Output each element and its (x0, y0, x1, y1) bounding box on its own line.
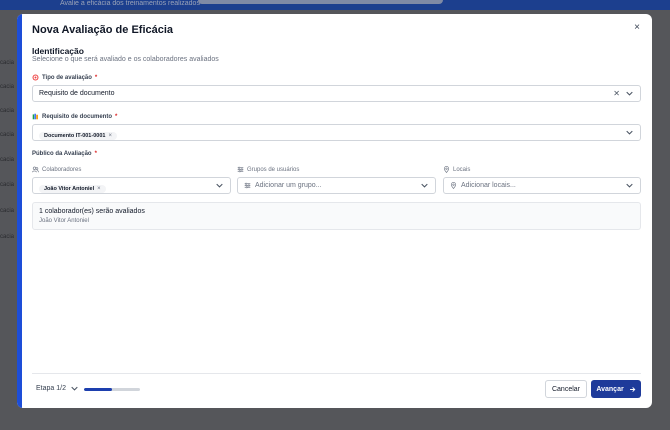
requisito-label-text: Requisito de documento (42, 113, 113, 120)
background-side-item: cacia (0, 157, 15, 163)
target-icon (32, 74, 39, 81)
chevron-down-icon (214, 181, 224, 191)
publico-label: Público da Avaliação * (32, 151, 97, 157)
required-marker: * (115, 113, 118, 120)
section-subtitle: Selecione o que será avaliado e os colab… (32, 56, 219, 63)
groups-icon (244, 182, 251, 189)
colaboradores-select[interactable]: João Vitor Antoniel × (32, 177, 231, 194)
chip-remove-icon[interactable]: × (97, 186, 101, 192)
cancel-button[interactable]: Cancelar (545, 380, 587, 398)
arrow-right-icon (629, 386, 636, 393)
tipo-select-value: Requisito de documento (39, 90, 115, 97)
books-icon (32, 113, 39, 120)
chip-remove-icon[interactable]: × (108, 133, 112, 139)
chevron-down-icon (624, 181, 634, 191)
locais-label: Locais (443, 166, 470, 173)
close-icon: × (634, 22, 640, 33)
clear-icon[interactable]: ✕ (613, 89, 620, 98)
background-side-item: cacia (0, 182, 15, 188)
map-pin-icon (443, 166, 450, 173)
tipo-label: Tipo de avaliação * (32, 74, 97, 81)
grupos-select[interactable]: Adicionar um grupo... (237, 177, 436, 194)
required-marker: * (94, 151, 97, 157)
document-chip-label: Documento IT-001-0001 (44, 132, 106, 139)
evaluation-modal: Nova Avaliação de Eficácia × Identificaç… (17, 14, 652, 408)
chevron-down-icon (624, 128, 634, 138)
document-chip: Documento IT-001-0001 × (39, 131, 117, 140)
collaborator-chip: João Vitor Antoniel × (39, 184, 106, 193)
background-side-item: cacia (0, 84, 15, 90)
tipo-select[interactable]: Requisito de documento ✕ (32, 85, 641, 102)
next-button-label: Avançar (596, 385, 624, 393)
background-side-item: cacia (0, 234, 15, 240)
next-button[interactable]: Avançar (591, 380, 641, 398)
users-icon (32, 166, 39, 173)
background-header-text: Avalie a eficácia dos treinamentos reali… (60, 0, 200, 7)
locais-select[interactable]: Adicionar locais... (443, 177, 641, 194)
chevron-down-icon (419, 181, 429, 191)
background-search-bar (198, 0, 443, 4)
background-side-item: cacia (0, 208, 15, 214)
summary-count: 1 colaborador(es) serão avaliados (39, 208, 145, 215)
requisito-select[interactable]: Documento IT-001-0001 × (32, 124, 641, 141)
step-selector[interactable]: Etapa 1/2 (36, 385, 78, 392)
chevron-down-icon (71, 386, 78, 391)
close-button[interactable]: × (630, 21, 644, 35)
tipo-label-text: Tipo de avaliação (42, 74, 92, 81)
requisito-label: Requisito de documento * (32, 113, 117, 120)
step-label: Etapa 1/2 (36, 385, 66, 392)
summary-names: João Vitor Antoniel (39, 218, 89, 224)
required-marker: * (94, 74, 98, 81)
step-progress-fill (84, 388, 112, 391)
groups-icon (237, 166, 244, 173)
background-side-item: cacia (0, 108, 15, 114)
locais-label-text: Locais (453, 166, 471, 173)
colaboradores-label-text: Colaboradores (42, 166, 82, 173)
footer-divider (32, 373, 641, 374)
collaborator-chip-label: João Vitor Antoniel (44, 185, 95, 192)
background-side-item: cacia (0, 132, 15, 138)
grupos-label-text: Grupos de usuários (247, 166, 300, 173)
background-side-item: cacia (0, 60, 15, 66)
evaluated-summary: 1 colaborador(es) serão avaliados João V… (32, 202, 641, 230)
grupos-label: Grupos de usuários (237, 166, 299, 173)
section-title: Identificação (32, 46, 84, 56)
step-progress-bar (84, 388, 140, 391)
grupos-placeholder: Adicionar um grupo... (255, 182, 322, 189)
locais-placeholder: Adicionar locais... (461, 182, 516, 189)
chevron-down-icon (624, 89, 634, 99)
modal-accent-bar (17, 14, 22, 408)
colaboradores-label: Colaboradores (32, 166, 81, 173)
publico-label-text: Público da Avaliação (32, 151, 92, 157)
map-pin-icon (450, 182, 457, 189)
modal-title: Nova Avaliação de Eficácia (32, 24, 174, 36)
